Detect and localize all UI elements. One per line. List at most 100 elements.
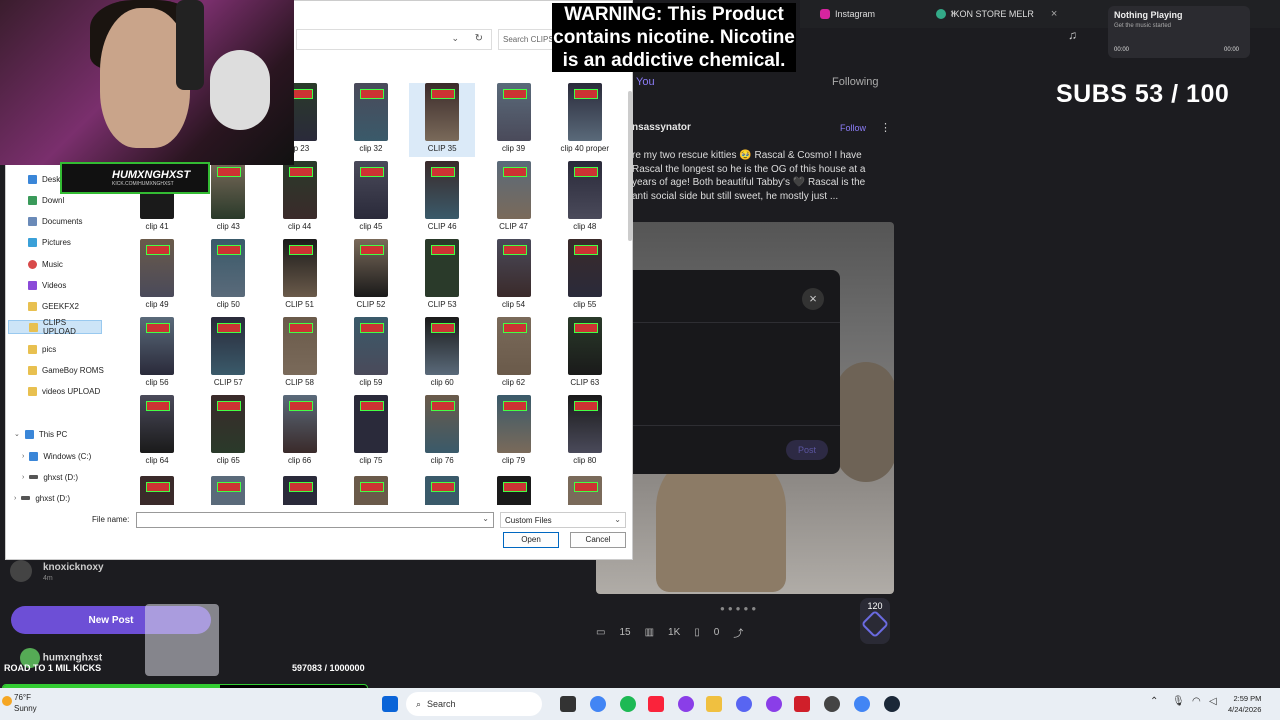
file-item[interactable]: clip 56	[124, 317, 190, 391]
nav-label: Music	[42, 259, 63, 269]
file-thumbnail[interactable]	[496, 476, 531, 505]
file-item[interactable]: clip 76	[409, 395, 475, 469]
taskbar-search[interactable]: ⌕ Search	[406, 692, 542, 716]
file-item[interactable]: clip 79	[481, 395, 547, 469]
file-item[interactable]: CLIP 52	[338, 239, 404, 313]
file-item[interactable]: clip 65	[195, 395, 261, 469]
share-icon[interactable]: ⤴	[733, 625, 743, 640]
follow-button[interactable]: Follow	[840, 123, 866, 133]
file-name: clip 76	[430, 456, 454, 465]
nav-geekfx2[interactable]: GEEKFX2	[28, 299, 108, 313]
file-item[interactable]: CLIP 47	[481, 161, 547, 235]
refresh-icon[interactable]: ↻	[475, 33, 483, 44]
windows-start-icon[interactable]	[382, 696, 398, 712]
chevron-down-icon[interactable]: ⌄	[14, 430, 20, 438]
app-icon-red[interactable]	[794, 696, 810, 712]
file-thumbnail[interactable]	[140, 476, 174, 505]
close-icon[interactable]: ×	[1051, 8, 1057, 20]
nav-clips-upload[interactable]: CLIPS UPLOAD	[8, 318, 102, 336]
obs-icon[interactable]	[766, 696, 782, 712]
user-item-knoxicknoxy[interactable]: knoxicknoxy 4m	[10, 560, 104, 582]
close-icon[interactable]: ×	[802, 288, 824, 310]
file-explorer-icon[interactable]	[706, 696, 722, 712]
nav-drive-c[interactable]: › Windows (C:)	[22, 449, 102, 463]
nav-downloads[interactable]: Downl	[28, 193, 108, 207]
weather-widget[interactable]: 76°F Sunny	[14, 692, 37, 714]
file-item[interactable]: clip 59	[338, 317, 404, 391]
nav-videos[interactable]: Videos	[28, 278, 108, 292]
chevron-right-icon[interactable]: ›	[14, 495, 16, 502]
file-item[interactable]: CLIP 53	[409, 239, 475, 313]
file-item[interactable]: CLIP 46	[409, 161, 475, 235]
cancel-button[interactable]: Cancel	[570, 532, 626, 548]
chevron-down-icon[interactable]: ⌄	[482, 514, 489, 523]
file-item[interactable]: clip 40 proper	[552, 83, 618, 157]
microphone-icon[interactable]: 🎙	[1172, 696, 1185, 707]
file-item[interactable]: clip 55	[552, 239, 618, 313]
music-app-icon[interactable]	[648, 696, 664, 712]
nav-pics[interactable]: pics	[28, 342, 108, 356]
steam-icon[interactable]	[884, 696, 900, 712]
chevron-right-icon[interactable]: ›	[22, 474, 24, 481]
file-thumbnail[interactable]	[567, 476, 602, 505]
file-thumbnail[interactable]	[211, 476, 246, 505]
comment-icon[interactable]: ▭	[596, 627, 605, 638]
file-name-input[interactable]: ⌄	[136, 512, 494, 528]
tab-following[interactable]: Following	[832, 76, 878, 88]
volume-icon[interactable]: ◁	[1209, 696, 1217, 707]
nav-videos-upload[interactable]: videos UPLOAD	[28, 384, 108, 398]
chrome-icon[interactable]	[590, 696, 606, 712]
file-item[interactable]: clip 54	[481, 239, 547, 313]
chevron-up-icon[interactable]: ⌃	[1150, 696, 1158, 707]
nav-gameboy-roms[interactable]: GameBoy ROMS	[28, 363, 108, 377]
address-bar[interactable]: ⌄ ↻	[296, 29, 492, 50]
app-icon-purple[interactable]	[678, 696, 694, 712]
chevron-down-icon[interactable]: ⌄	[451, 33, 459, 44]
chrome-active-icon[interactable]	[854, 696, 870, 712]
file-item[interactable]: clip 50	[195, 239, 261, 313]
file-item[interactable]: clip 32	[338, 83, 404, 157]
tab-ikon-store[interactable]: IKON STORE MELR ×	[936, 4, 1057, 24]
discord-icon[interactable]	[736, 696, 752, 712]
file-item[interactable]: clip 49	[124, 239, 190, 313]
file-item[interactable]: clip 62	[481, 317, 547, 391]
file-type-select[interactable]: Custom Files ⌄	[500, 512, 626, 528]
file-item[interactable]: clip 60	[409, 317, 475, 391]
file-item[interactable]: clip 39	[481, 83, 547, 157]
wifi-icon[interactable]: ◠	[1192, 696, 1201, 707]
file-item[interactable]: CLIP 51	[267, 239, 333, 313]
file-item[interactable]: CLIP 35	[409, 83, 476, 157]
file-item[interactable]: clip 66	[267, 395, 333, 469]
file-thumbnail[interactable]	[282, 476, 317, 505]
file-item[interactable]: CLIP 57	[195, 317, 261, 391]
spotify-icon[interactable]	[620, 696, 636, 712]
file-thumbnail[interactable]	[353, 476, 388, 505]
file-item[interactable]: clip 64	[124, 395, 190, 469]
nav-drive-d[interactable]: › ghxst (D:)	[22, 470, 102, 484]
file-item[interactable]: clip 44	[267, 161, 333, 235]
file-item[interactable]: clip 48	[552, 161, 618, 235]
app-icon-dark[interactable]	[824, 696, 840, 712]
file-item[interactable]: clip 75	[338, 395, 404, 469]
nav-documents[interactable]: Documents	[28, 214, 108, 228]
file-item[interactable]: clip 80	[552, 395, 618, 469]
tab-for-you[interactable]: You	[636, 76, 655, 88]
nav-this-pc[interactable]: ⌄ This PC	[14, 427, 94, 441]
music-title: Nothing Playing	[1114, 10, 1183, 20]
bookmark-icon[interactable]: ▯	[694, 627, 700, 638]
post-author[interactable]: nsassynator	[632, 122, 691, 133]
file-thumbnail[interactable]	[425, 476, 460, 505]
nav-music[interactable]: Music	[28, 257, 108, 271]
nav-pictures[interactable]: Pictures	[28, 235, 108, 249]
file-item[interactable]: CLIP 58	[267, 317, 333, 391]
modal-post-button[interactable]: Post	[786, 440, 828, 460]
chevron-right-icon[interactable]: ›	[22, 453, 24, 460]
nav-drive-d-2[interactable]: › ghxst (D:)	[14, 491, 94, 505]
file-item[interactable]: CLIP 63	[552, 317, 618, 391]
open-button[interactable]: Open	[503, 532, 559, 548]
clock[interactable]: 2:59 PM 4/24/2026	[1228, 693, 1261, 715]
file-item[interactable]: clip 45	[338, 161, 404, 235]
more-icon[interactable]: ⋮	[880, 121, 891, 134]
scrollbar[interactable]	[628, 91, 632, 241]
task-view-icon[interactable]	[560, 696, 576, 712]
